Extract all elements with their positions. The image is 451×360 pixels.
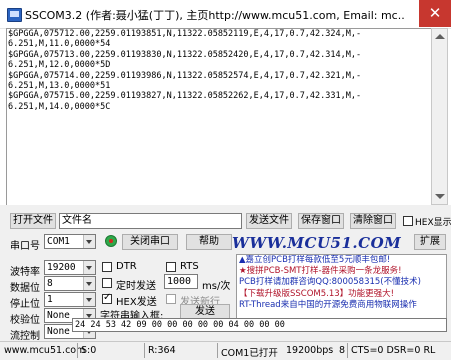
status-sent-count: S:0	[81, 345, 97, 356]
ad-link[interactable]: RT-Thread来自中国的开源免费商用物联网操作	[237, 300, 446, 311]
status-site[interactable]: www.mcu51.com	[4, 345, 85, 356]
flow-label: 流控制	[10, 331, 40, 342]
status-separator	[217, 343, 218, 358]
hex-display-checkbox[interactable]	[403, 216, 413, 226]
interval-unit: ms/次	[202, 281, 231, 292]
dtr-checkbox[interactable]	[102, 262, 112, 272]
baud-select[interactable]: 19200	[44, 260, 96, 275]
status-separator	[144, 343, 145, 358]
chevron-down-icon[interactable]	[83, 261, 95, 274]
status-baud: 19200bps	[286, 345, 334, 356]
status-bar: www.mcu51.com S:0 R:364 COM1已打开 19200bps…	[0, 341, 451, 360]
chevron-down-icon[interactable]	[83, 277, 95, 290]
send-file-button[interactable]: 发送文件	[246, 213, 292, 229]
receive-line: $GPGGA,075714.00,2259.01193986,N,11322.0…	[8, 70, 362, 81]
send-button[interactable]: 发送	[180, 304, 230, 319]
expand-button[interactable]: 扩展	[414, 234, 446, 250]
parity-label: 校验位	[10, 315, 40, 326]
hex-send-checkbox[interactable]	[102, 292, 112, 304]
close-port-button[interactable]: 关闭串口	[122, 234, 178, 250]
status-received-count: R:364	[148, 345, 176, 356]
receive-line: $GPGGA,075713.00,2259.01193830,N,11322.0…	[8, 49, 362, 60]
port-select[interactable]: COM1	[44, 234, 96, 249]
flow-select-value: None	[47, 326, 70, 337]
status-port: COM1已打开	[221, 348, 278, 359]
receive-line: 6.251,M,14.0,0000*5C	[8, 101, 111, 112]
scroll-up-icon[interactable]	[435, 34, 445, 39]
dtr-label: DTR	[116, 261, 137, 272]
send-text-input[interactable]: 24 24 53 42 09 00 00 00 00 00 04 00 00 0…	[72, 318, 447, 332]
receive-line: 6.251,M,11.0,0000*54	[8, 39, 111, 50]
title-bar: SSCOM3.2 (作者:聂小猛(丁丁), 主页http://www.mcu51…	[0, 0, 451, 29]
status-signals: CTS=0 DSR=0 RL	[351, 345, 436, 356]
send-newline-checkbox[interactable]	[166, 294, 176, 304]
save-window-button[interactable]: 保存窗口	[298, 213, 344, 229]
receive-line: 6.251,M,12.0,0000*5D	[8, 60, 111, 71]
ad-link[interactable]: 【下载升级版SSCOM5.13】功能更强大!	[237, 289, 446, 300]
ad-link[interactable]: PCB打样请加群咨询QQ:800058315(不懂技术)	[237, 277, 446, 288]
receive-line: $GPGGA,075715.00,2259.01193827,N,11322.0…	[8, 91, 362, 102]
ads-panel: ▲嘉立创PCB打样每款低至5元顺丰包邮! ★搜拼PCB-SMT打样-器件采购一条…	[236, 254, 447, 320]
receive-textarea[interactable]: $GPGGA,075712.00,2259.01193851,N,11322.0…	[6, 28, 432, 206]
window-title: SSCOM3.2 (作者:聂小猛(丁丁), 主页http://www.mcu51…	[25, 9, 405, 22]
status-bits: 8	[339, 345, 346, 356]
scroll-down-icon[interactable]	[435, 194, 445, 199]
databits-label: 数据位	[10, 283, 40, 294]
receive-line: 6.251,M,13.0,0000*51	[8, 81, 111, 92]
status-separator	[77, 343, 78, 358]
clear-window-button[interactable]: 清除窗口	[350, 213, 396, 229]
rts-label: RTS	[180, 261, 199, 272]
receive-line: $GPGGA,075712.00,2259.01193851,N,11322.0…	[8, 29, 362, 39]
control-panel: 打开文件 文件名 发送文件 保存窗口 清除窗口 HEX显示 串口号 COM1 关…	[0, 210, 451, 342]
port-status-icon	[105, 235, 117, 247]
parity-select-value: None	[47, 310, 70, 321]
rts-checkbox[interactable]	[166, 262, 176, 272]
databits-select[interactable]: 8	[44, 276, 96, 291]
open-file-button[interactable]: 打开文件	[10, 213, 56, 229]
help-button[interactable]: 帮助	[186, 234, 232, 250]
hex-send-label: HEX发送	[116, 297, 157, 308]
status-separator	[347, 343, 348, 358]
timed-send-label: 定时发送	[116, 281, 156, 292]
port-select-value: COM1	[47, 236, 70, 247]
port-label: 串口号	[10, 241, 40, 252]
ad-link[interactable]: ▲嘉立创PCB打样每款低至5元顺丰包邮!	[237, 255, 446, 266]
timed-send-checkbox[interactable]	[102, 278, 112, 288]
mcu51-logo[interactable]: WWW.MCU51.COM	[232, 234, 444, 252]
hex-display-label: HEX显示	[415, 218, 451, 228]
databits-select-value: 8	[47, 278, 53, 289]
vertical-scrollbar[interactable]	[431, 28, 448, 205]
close-button[interactable]: ✕	[419, 0, 451, 27]
app-icon	[7, 8, 22, 22]
stopbits-label: 停止位	[10, 299, 40, 310]
ad-link[interactable]: ★搜拼PCB-SMT打样-器件采购一条龙服务!	[237, 266, 446, 277]
chevron-down-icon[interactable]	[83, 235, 95, 248]
interval-input[interactable]: 1000	[164, 274, 198, 289]
baud-label: 波特率	[10, 267, 40, 278]
stopbits-select-value: 1	[47, 294, 53, 305]
file-name-field[interactable]: 文件名	[59, 213, 242, 229]
chevron-down-icon[interactable]	[83, 293, 95, 306]
stopbits-select[interactable]: 1	[44, 292, 96, 307]
baud-select-value: 19200	[47, 262, 76, 273]
